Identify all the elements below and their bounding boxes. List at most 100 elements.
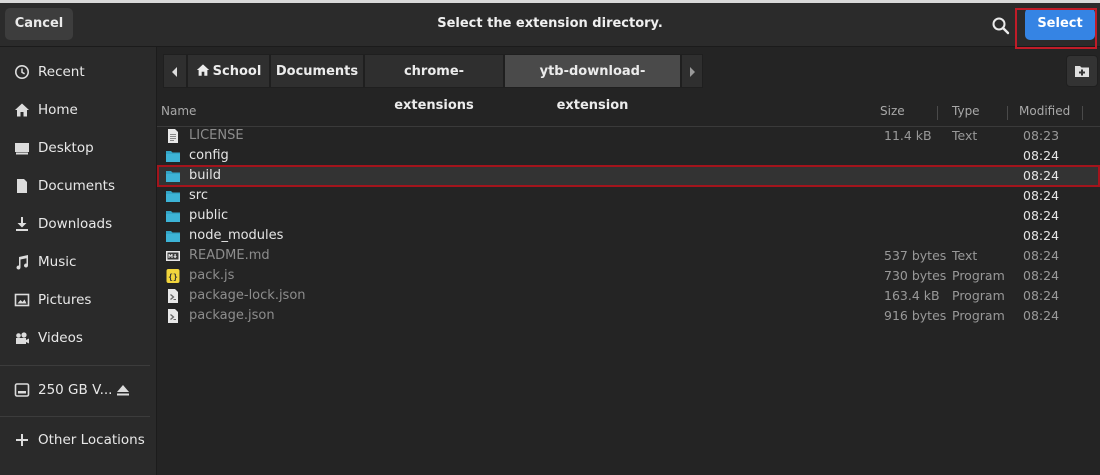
- document-icon: [17, 179, 27, 193]
- sidebar-item-music[interactable]: Music: [0, 244, 156, 280]
- drive-icon: [14, 383, 30, 397]
- file-row-readme[interactable]: README.md 537 bytes Text 08:24: [157, 246, 1100, 266]
- file-row-pack-js[interactable]: {} pack.js 730 bytes Program 08:24: [157, 266, 1100, 286]
- file-size: 163.4 kB: [884, 288, 940, 303]
- file-modified: 08:24: [1023, 248, 1060, 263]
- picture-icon: [14, 293, 30, 307]
- sidebar-item-label: Recent: [38, 64, 85, 80]
- file-modified: 08:24: [1023, 308, 1060, 323]
- sidebar-item-other-locations[interactable]: Other Locations: [0, 422, 156, 458]
- path-back-button[interactable]: [163, 54, 187, 88]
- sidebar-item-label: Videos: [38, 330, 83, 346]
- file-size: 537 bytes: [884, 248, 947, 263]
- file-modified: 08:24: [1023, 268, 1060, 283]
- file-name: public: [189, 208, 229, 223]
- sidebar-item-label: 250 GB V...: [38, 382, 113, 398]
- file-name: README.md: [189, 248, 270, 263]
- file-type: Program: [952, 288, 1005, 303]
- path-crumb-documents[interactable]: Documents: [270, 54, 364, 88]
- path-crumb-chrome-extensions[interactable]: chrome-extensions: [364, 54, 504, 113]
- text-file-icon: [168, 129, 178, 143]
- file-type: Program: [952, 268, 1005, 283]
- file-row-package-lock-json[interactable]: package-lock.json 163.4 kB Program 08:24: [157, 286, 1100, 306]
- file-name: pack.js: [189, 268, 235, 283]
- file-row-src[interactable]: src 08:24: [157, 186, 1100, 206]
- file-size: 916 bytes: [884, 308, 947, 323]
- sidebar-divider: [0, 365, 150, 366]
- javascript-file-icon: {}: [166, 269, 180, 283]
- file-list-header: Name Size Type Modified: [157, 100, 1100, 127]
- file-modified: 08:24: [1023, 148, 1060, 163]
- file-row-build[interactable]: build 08:24: [157, 166, 1100, 186]
- file-modified: 08:23: [1023, 128, 1060, 143]
- file-name: package.json: [189, 308, 275, 323]
- sidebar-item-recent[interactable]: Recent: [0, 54, 156, 90]
- sidebar-item-home[interactable]: Home: [0, 92, 156, 128]
- folder-icon: [166, 191, 180, 202]
- path-crumb-ytb-download-extension[interactable]: ytb-download-extension: [504, 54, 681, 113]
- file-row-public[interactable]: public 08:24: [157, 206, 1100, 226]
- new-folder-icon: [1075, 66, 1089, 77]
- sidebar-divider: [0, 416, 150, 417]
- home-icon: [196, 64, 209, 76]
- select-button[interactable]: Select: [1025, 8, 1095, 40]
- column-separator: [937, 106, 938, 120]
- sidebar-item-documents[interactable]: Documents: [0, 168, 156, 204]
- path-crumb-label: Documents: [275, 64, 359, 79]
- sidebar-item-label: Music: [38, 254, 77, 270]
- file-modified: 08:24: [1023, 288, 1060, 303]
- file-name: package-lock.json: [189, 288, 306, 303]
- cancel-button[interactable]: Cancel: [5, 8, 73, 40]
- file-name: src: [189, 188, 208, 203]
- path-crumb-label: School: [212, 64, 262, 79]
- sidebar-item-downloads[interactable]: Downloads: [0, 206, 156, 242]
- folder-icon: [166, 211, 180, 222]
- file-modified: 08:24: [1023, 208, 1060, 223]
- column-header-name[interactable]: Name: [161, 104, 196, 118]
- folder-icon: [166, 171, 180, 182]
- sidebar-item-label: Downloads: [38, 216, 113, 232]
- sidebar-item-label: Pictures: [38, 292, 92, 308]
- file-name: LICENSE: [189, 128, 244, 143]
- file-size: 730 bytes: [884, 268, 947, 283]
- search-icon[interactable]: [988, 13, 1014, 39]
- file-modified: 08:24: [1023, 228, 1060, 243]
- file-row-config[interactable]: config 08:24: [157, 146, 1100, 166]
- column-header-size[interactable]: Size: [880, 104, 905, 118]
- chevron-right-icon: [690, 67, 695, 77]
- sidebar-item-desktop[interactable]: Desktop: [0, 130, 156, 166]
- column-header-type[interactable]: Type: [952, 104, 980, 118]
- download-icon: [16, 217, 28, 231]
- column-separator: [1082, 106, 1083, 120]
- desktop-icon: [15, 143, 29, 155]
- sidebar-item-drive[interactable]: 250 GB V...: [0, 372, 156, 408]
- file-row-license[interactable]: LICENSE 11.4 kB Text 08:23: [157, 126, 1100, 146]
- sidebar-item-pictures[interactable]: Pictures: [0, 282, 156, 318]
- eject-icon[interactable]: [116, 382, 130, 398]
- svg-text:{}: {}: [168, 273, 178, 282]
- script-file-icon: [168, 289, 178, 303]
- sidebar-item-label: Home: [38, 102, 78, 118]
- file-row-package-json[interactable]: package.json 916 bytes Program 08:24: [157, 306, 1100, 326]
- new-folder-button[interactable]: [1066, 55, 1098, 87]
- file-name: build: [189, 168, 221, 183]
- file-row-node-modules[interactable]: node_modules 08:24: [157, 226, 1100, 246]
- script-file-icon: [168, 309, 178, 323]
- clock-icon: [15, 65, 29, 79]
- sidebar-item-videos[interactable]: Videos: [0, 320, 156, 356]
- chevron-left-icon: [172, 67, 177, 77]
- file-name: config: [189, 148, 229, 163]
- folder-icon: [166, 151, 180, 162]
- column-header-modified[interactable]: Modified: [1019, 104, 1070, 118]
- file-modified: 08:24: [1023, 188, 1060, 203]
- file-type: Program: [952, 308, 1005, 323]
- places-sidebar: Recent Home Desktop Documents Downloads …: [0, 47, 157, 475]
- sidebar-item-label: Desktop: [38, 140, 94, 156]
- video-icon: [16, 332, 29, 344]
- path-forward-button[interactable]: [681, 54, 703, 88]
- file-modified: 08:24: [1023, 168, 1060, 183]
- path-crumb-school[interactable]: School: [187, 54, 270, 88]
- file-type: Text: [952, 128, 978, 143]
- file-size: 11.4 kB: [884, 128, 932, 143]
- file-name: node_modules: [189, 228, 284, 243]
